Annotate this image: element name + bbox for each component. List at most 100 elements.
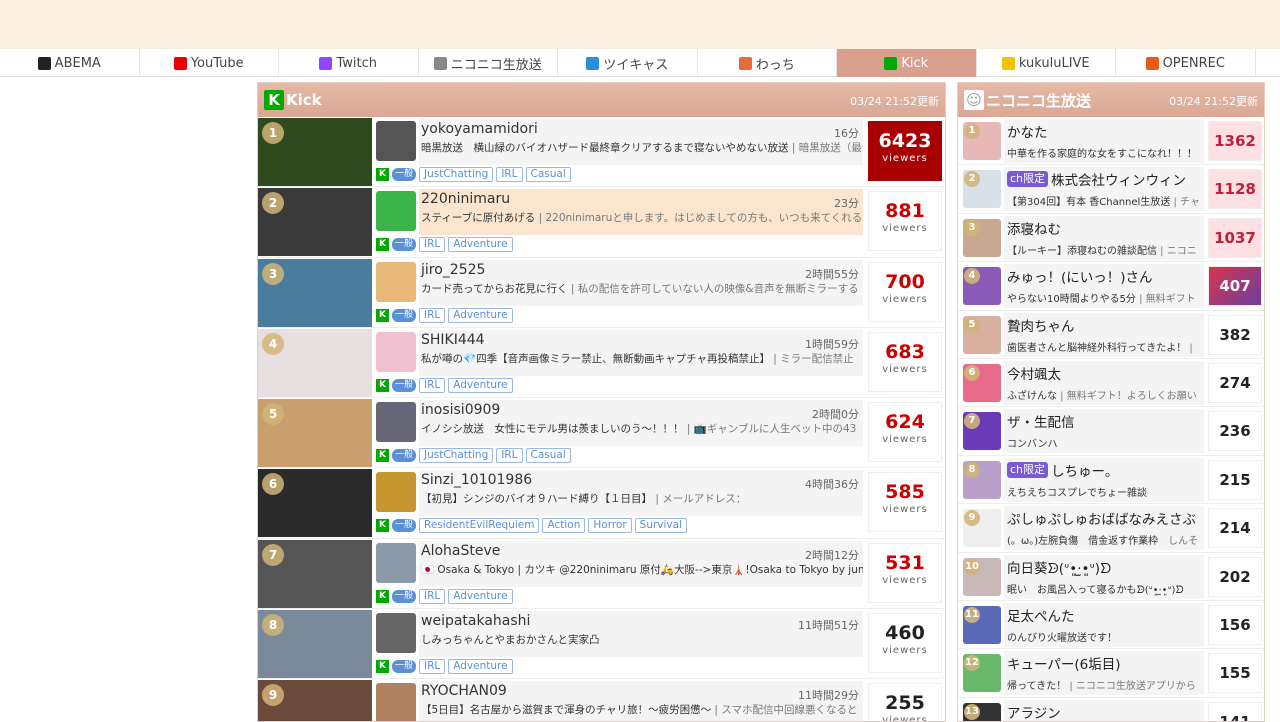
stream-thumbnail[interactable]: 8 (258, 610, 372, 679)
nico-streamer-name[interactable]: 株式会社ウィンウィン (1051, 169, 1186, 189)
streamer-avatar[interactable] (376, 402, 416, 443)
nico-streamer-name[interactable]: みゅっ！(にいっ！)さん (1007, 266, 1153, 286)
streamer-avatar[interactable] (376, 331, 416, 372)
nico-streamer-name[interactable]: 向日葵ᗦ(ᐡ•͈·̫•͈ᐡ)ᗤ (1007, 557, 1111, 577)
streamer-name[interactable]: 220ninimaru (421, 191, 863, 207)
nico-streamer-name[interactable]: 今村颯太 (1007, 363, 1061, 383)
nico-thumbnail[interactable]: 13 (963, 702, 1001, 721)
category-tag[interactable]: Adventure (448, 588, 513, 604)
streamer-avatar[interactable] (376, 683, 416, 721)
stream-row[interactable]: 6 Sinzi_10101986 【初見】シンジのバイオ９ハード縛り【１日目】 | … (258, 468, 945, 539)
stream-row[interactable]: 7 AlohaSteve 🇯🇵 Osaka & Tokyo | カツキ @220ni… (258, 539, 945, 610)
category-tag[interactable]: IRL (419, 659, 446, 675)
nico-thumbnail[interactable]: 7 (963, 412, 1001, 451)
nico-streamer-name[interactable]: かなた (1007, 121, 1048, 141)
nico-stream-row[interactable]: 12 キューパー(6垢目) 帰ってきた！ | ニコニコ生放送アプリから 155 (958, 649, 1264, 698)
category-tag[interactable]: IRL (419, 377, 446, 393)
streamer-avatar[interactable] (376, 121, 416, 161)
stream-row[interactable]: 5 inosisi0909 イノシシ放送 女性にモテル男は羨ましいのう〜！！！ | … (258, 398, 945, 469)
nico-streamer-name[interactable]: しちゅー。 (1051, 460, 1118, 480)
category-tag[interactable]: Casual (525, 167, 571, 182)
nico-streamer-name[interactable]: 添寝ねむ (1007, 218, 1061, 238)
nico-stream-row[interactable]: 5 贄肉ちゃん 歯医者さんと脳神経外科行ってきたよ！ | 382 (958, 311, 1264, 359)
category-tag[interactable]: Horror (588, 518, 632, 534)
tab-twitch[interactable]: Twitch (279, 49, 419, 77)
stream-thumbnail[interactable]: 1 (258, 118, 372, 186)
nico-streamer-name[interactable]: キューパー(6垢目) (1007, 653, 1121, 673)
nico-thumbnail[interactable]: 11 (963, 605, 1001, 644)
streamer-name[interactable]: inosisi0909 (421, 402, 863, 418)
tab-ニコニコ生放送[interactable]: ニコニコ生放送 (419, 49, 558, 77)
streamer-name[interactable]: weipatakahashi (421, 613, 863, 629)
category-tag[interactable]: Adventure (448, 659, 513, 675)
stream-row[interactable]: 9 RYOCHAN09 【5日目】名古屋から滋賀まで渾身のチャリ旅！〜疲労困憊〜 |… (258, 679, 945, 721)
streamer-name[interactable]: yokoyamamidori (421, 121, 863, 137)
streamer-avatar[interactable] (376, 542, 416, 583)
category-tag[interactable]: IRL (419, 588, 446, 604)
category-tag[interactable]: ResidentEvilRequiem (419, 518, 540, 534)
stream-row[interactable]: 4 SHIKI444 私が噂の💎四季【音声画像ミラー禁止、無断動画キャプチャ再投稿禁… (258, 328, 945, 399)
streamer-avatar[interactable] (376, 613, 416, 654)
nico-stream-row[interactable]: 8 ch限定 しちゅー。 えちえちコスプレでちょー雑談 215 (958, 456, 1264, 505)
nico-streamer-name[interactable]: 贄肉ちゃん (1007, 315, 1075, 335)
tab-kick[interactable]: Kick (837, 49, 977, 77)
nico-streamer-name[interactable]: ザ・生配信 (1007, 411, 1075, 431)
category-tag[interactable]: IRL (419, 237, 446, 253)
nico-thumbnail[interactable]: 3 (963, 218, 1001, 257)
category-tag[interactable]: Survival (634, 518, 687, 534)
nico-thumbnail[interactable]: 9 (963, 509, 1001, 548)
nico-stream-row[interactable]: 1 かなた 中華を作る家庭的な女をすこになれ！！！ 1362 (958, 117, 1264, 166)
nico-streamer-name[interactable]: ぷしゅぷしゅおばばなみえさぶ (1007, 508, 1196, 528)
nico-thumbnail[interactable]: 1 (963, 122, 1001, 160)
streamer-name[interactable]: RYOCHAN09 (421, 683, 863, 699)
category-tag[interactable]: JustChatting (419, 167, 494, 182)
stream-row[interactable]: 2 220ninimaru スティーブに原付あげる | 220ninimaruと申し… (258, 187, 945, 258)
nico-thumbnail[interactable]: 8 (963, 460, 1001, 499)
nico-streamer-name[interactable]: 足太ぺんた (1007, 605, 1075, 625)
stream-thumbnail[interactable]: 3 (258, 258, 372, 327)
category-tag[interactable]: IRL (496, 167, 523, 182)
nico-streamer-name[interactable]: アラジン (1007, 702, 1061, 721)
tab-abema[interactable]: ABEMA (0, 49, 140, 77)
nico-thumbnail[interactable]: 5 (963, 315, 1001, 354)
nico-stream-row[interactable]: 4 みゅっ！(にいっ！)さん やらない10時間よりやる5分 | 無料ギフト 407 (958, 262, 1264, 311)
category-tag[interactable]: Action (542, 518, 586, 534)
category-tag[interactable]: Adventure (448, 377, 513, 393)
stream-thumbnail[interactable]: 5 (258, 399, 372, 468)
stream-thumbnail[interactable]: 4 (258, 328, 372, 397)
tab-わっち[interactable]: わっち (698, 49, 837, 77)
category-tag[interactable]: Adventure (448, 307, 513, 323)
streamer-avatar[interactable] (376, 261, 416, 302)
stream-thumbnail[interactable]: 6 (258, 469, 372, 538)
streamer-name[interactable]: Sinzi_10101986 (421, 472, 863, 488)
nico-stream-row[interactable]: 3 添寝ねむ 【ルーキー】添寝ねむの雑談配信 | ニコニ 1037 (958, 214, 1264, 263)
category-tag[interactable]: Adventure (448, 237, 513, 253)
tab-youtube[interactable]: YouTube (140, 49, 279, 77)
category-tag[interactable]: Casual (525, 448, 571, 464)
nico-stream-row[interactable]: 13 アラジン 141 (958, 698, 1264, 721)
stream-row[interactable]: 3 jiro_2525 カード売ってからお花見に行く | 私の配信を許可していない人… (258, 258, 945, 328)
nico-stream-row[interactable]: 6 今村颯太 ふざけんな | 無料ギフト！よろしくお願い 274 (958, 359, 1264, 408)
tab-openrec[interactable]: OPENREC (1116, 49, 1256, 77)
nico-stream-row[interactable]: 9 ぷしゅぷしゅおばばなみえさぶ (。ω。)左腕負傷 借金返す作業枠 しんそ 214 (958, 504, 1264, 553)
nico-thumbnail[interactable]: 6 (963, 363, 1001, 402)
tab-ツイキャス[interactable]: ツイキャス (558, 49, 698, 77)
nico-thumbnail[interactable]: 4 (963, 267, 1001, 306)
stream-row[interactable]: 8 weipatakahashi しみっちゃんとやまおかさんと実家凸 11時間51分 K… (258, 609, 945, 680)
streamer-avatar[interactable] (376, 472, 416, 513)
streamer-name[interactable]: jiro_2525 (421, 262, 863, 278)
nico-stream-row[interactable]: 7 ザ・生配信 コンバンハ 236 (958, 407, 1264, 456)
category-tag[interactable]: IRL (419, 307, 446, 323)
streamer-name[interactable]: AlohaSteve (421, 543, 863, 559)
stream-row[interactable]: 1 yokoyamamidori 暗黒放送 横山緑のバイオハザード最終章クリアするま… (258, 117, 945, 188)
nico-stream-row[interactable]: 10 向日葵ᗦ(ᐡ•͈·̫•͈ᐡ)ᗤ 眠い お風呂入って寝るかもᗦ(ᐡ•͈·̫•͈ᐡ… (958, 553, 1264, 601)
stream-thumbnail[interactable]: 7 (258, 539, 372, 608)
category-tag[interactable]: IRL (496, 448, 523, 464)
stream-thumbnail[interactable]: 2 (258, 188, 372, 257)
tab-kukululive[interactable]: kukuluLIVE (977, 49, 1116, 77)
nico-thumbnail[interactable]: 2 (963, 170, 1001, 209)
nico-stream-row[interactable]: 2 ch限定 株式会社ウィンウィン 【第304回】有本 香Channel生放送 | チ… (958, 165, 1264, 214)
nico-thumbnail[interactable]: 12 (963, 654, 1001, 693)
streamer-name[interactable]: SHIKI444 (421, 332, 863, 348)
streamer-avatar[interactable] (376, 191, 416, 232)
